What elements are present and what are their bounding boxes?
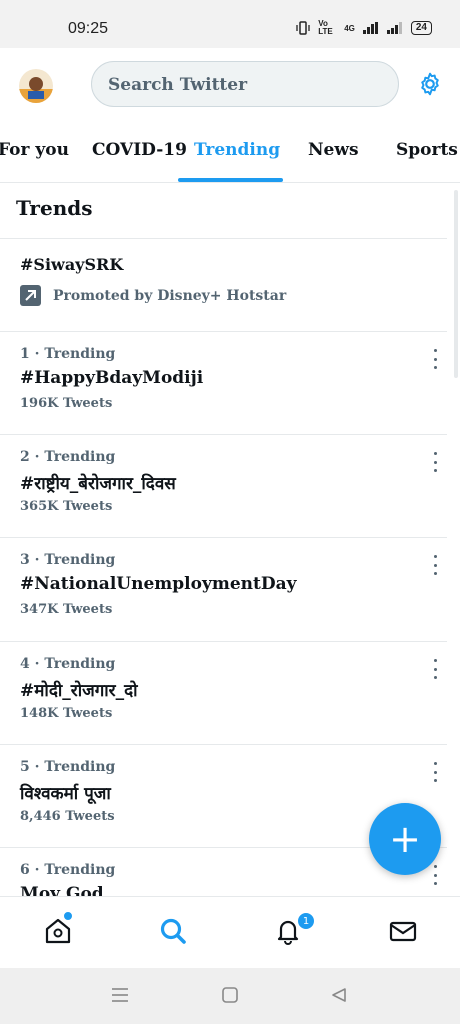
trend-count: 347K Tweets <box>20 602 113 617</box>
trend-meta: 4 · Trending <box>20 656 116 672</box>
trend-count: 8,446 Tweets <box>20 809 115 824</box>
tab-trending[interactable]: Trending <box>194 140 280 160</box>
status-bar: 09:25 Vo LTE 4G 24 <box>0 0 460 48</box>
trend-meta: 2 · Trending <box>20 449 116 465</box>
trend-count: 196K Tweets <box>20 396 113 411</box>
tab-for-you[interactable]: For you <box>0 140 69 160</box>
back-icon[interactable] <box>331 987 347 1003</box>
trend-item[interactable]: 4 · Trending #मोदी_रोजगार_दो 148K Tweets <box>0 642 447 745</box>
avatar-image <box>19 69 53 103</box>
trend-meta: 3 · Trending <box>20 552 116 568</box>
active-tab-indicator <box>178 178 283 182</box>
status-icons: Vo LTE 4G 24 <box>296 20 432 36</box>
promoted-arrow-icon <box>20 285 41 306</box>
trend-name[interactable]: #मोदी_रोजगार_दो <box>20 678 138 701</box>
mail-icon[interactable] <box>387 915 419 947</box>
avatar[interactable] <box>19 69 53 103</box>
signal-icon <box>362 22 378 34</box>
battery-indicator: 24 <box>410 21 432 35</box>
trend-name[interactable]: #राष्ट्रीय_बेरोजगार_दिवस <box>20 471 176 494</box>
search-bar[interactable] <box>91 61 399 107</box>
trend-name[interactable]: #NationalUnemploymentDay <box>20 574 296 594</box>
search-icon[interactable] <box>157 915 189 947</box>
trend-name[interactable]: विश्वकर्मा पूजा <box>20 781 111 804</box>
promoted-row: Promoted by Disney+ Hotstar <box>20 285 286 306</box>
more-icon[interactable] <box>425 865 445 885</box>
tab-covid-19[interactable]: COVID-19 <box>92 140 187 160</box>
vibrate-icon <box>296 21 310 35</box>
promoted-by-label: Promoted by Disney+ Hotstar <box>53 287 287 304</box>
trend-meta: 6 · Trending <box>20 862 116 878</box>
compose-tweet-button[interactable]: + <box>369 803 441 875</box>
system-nav-bar <box>0 968 460 1024</box>
more-icon[interactable] <box>425 349 445 369</box>
trend-count: 148K Tweets <box>20 706 113 721</box>
status-time: 09:25 <box>68 20 109 37</box>
trend-item[interactable]: 1 · Trending #HappyBdayModiji 196K Tweet… <box>0 332 447 435</box>
notifications-badge: 1 <box>296 911 316 931</box>
more-icon[interactable] <box>425 452 445 472</box>
more-icon[interactable] <box>425 762 445 782</box>
section-title: Trends <box>16 196 93 220</box>
tab-news[interactable]: News <box>308 140 359 160</box>
menu-icon[interactable] <box>111 987 129 1003</box>
scrollbar[interactable] <box>454 190 458 378</box>
search-input[interactable] <box>108 73 368 97</box>
home-button-icon[interactable] <box>222 987 238 1003</box>
more-icon[interactable] <box>425 555 445 575</box>
home-unread-dot <box>63 911 73 921</box>
trend-name[interactable]: #HappyBdayModiji <box>20 368 203 388</box>
trend-name[interactable]: Moy God <box>20 884 104 896</box>
tab-bar: For you COVID-19 Trending News Sports <box>0 126 460 183</box>
volte-label: Vo LTE <box>318 19 333 36</box>
bottom-nav <box>0 896 460 969</box>
trend-meta: 1 · Trending <box>20 346 116 362</box>
gear-icon[interactable] <box>417 71 443 97</box>
promoted-trend-name[interactable]: #SiwaySRK <box>20 255 123 274</box>
tab-sports[interactable]: Sports <box>396 140 458 160</box>
signal-2-icon <box>386 22 402 34</box>
trend-item[interactable]: 2 · Trending #राष्ट्रीय_बेरोजगार_दिवस 36… <box>0 435 447 538</box>
trend-count: 365K Tweets <box>20 499 113 514</box>
trend-item[interactable]: 3 · Trending #NationalUnemploymentDay 34… <box>0 538 447 641</box>
network-label: 4G <box>344 23 355 33</box>
trend-meta: 5 · Trending <box>20 759 116 775</box>
more-icon[interactable] <box>425 659 445 679</box>
